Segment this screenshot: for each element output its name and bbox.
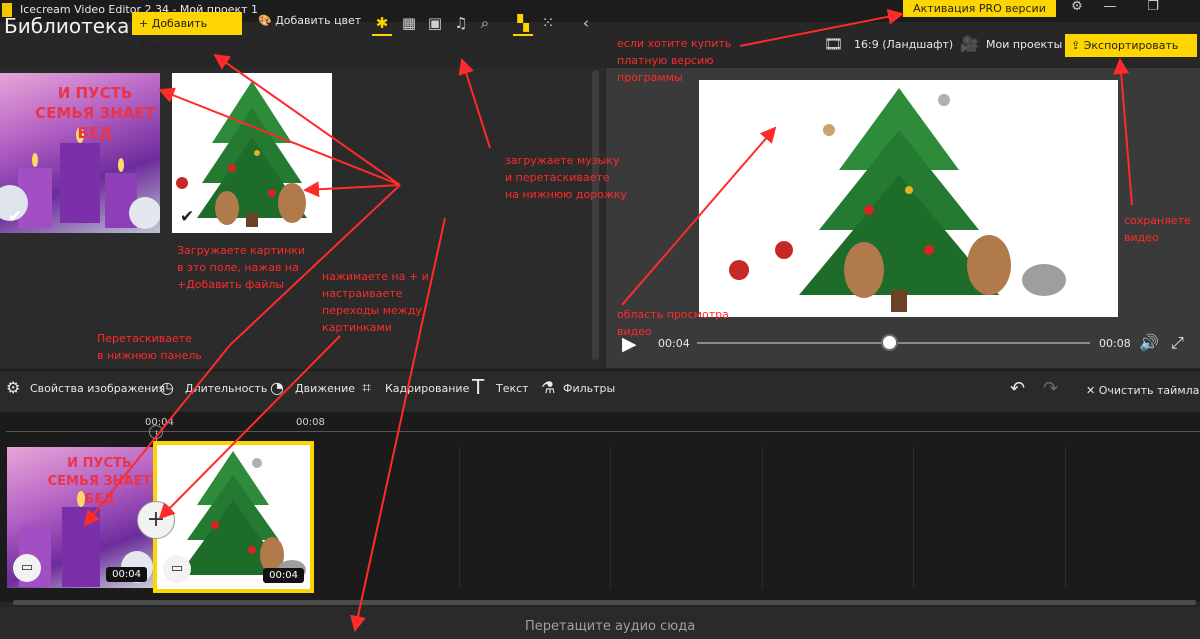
annotation-transitions: нажимаете на + и настраиваете переходы меж… bbox=[322, 270, 429, 334]
annotation-music: загружаете музыку и перетаскиваете на нижн… bbox=[505, 154, 627, 201]
timeline-grid-line bbox=[459, 447, 460, 588]
motion-icon[interactable]: ◔ bbox=[270, 378, 284, 397]
timeline-scrollbar[interactable] bbox=[13, 600, 1196, 605]
close-icon: ✕ bbox=[1086, 384, 1099, 397]
grid-large-icon[interactable]: ▚ bbox=[513, 12, 533, 34]
image-properties-button[interactable]: Свойства изображения bbox=[30, 382, 165, 395]
film-icon[interactable]: ▦ bbox=[399, 12, 419, 34]
clip-duration: 00:04 bbox=[263, 568, 304, 583]
add-transition-button[interactable]: + bbox=[137, 501, 175, 539]
palette-icon: 🎨 bbox=[258, 14, 276, 27]
candles-overlay-text: И ПУСТЬ СЕМЬЯ ЗНАЕТ БЕД bbox=[35, 84, 155, 142]
clear-timeline-label: Очистить таймлайн bbox=[1098, 384, 1200, 397]
library-item-candles[interactable]: И ПУСТЬ СЕМЬЯ ЗНАЕТ БЕД ✔ bbox=[0, 73, 160, 233]
clock-icon[interactable]: ◷ bbox=[160, 378, 174, 397]
camera-icon: 🎥 bbox=[960, 35, 979, 53]
minimize-icon[interactable]: — bbox=[1102, 0, 1118, 16]
gear-icon[interactable]: ⚙ bbox=[1068, 0, 1086, 16]
film-icon[interactable]: ▭ bbox=[163, 555, 191, 583]
timeline-clip-candles[interactable]: И ПУСТЬ СЕМЬЯ ЗНАЕТ БЕД ▭ 00:04 bbox=[7, 447, 153, 588]
chevron-left-icon[interactable]: ‹ bbox=[576, 12, 596, 34]
fullscreen-icon[interactable]: ⤢ bbox=[1171, 333, 1184, 353]
active-filter-underline bbox=[372, 34, 392, 36]
aspect-ratio-selector[interactable]: 16:9 (Ландшафт) bbox=[854, 38, 953, 51]
active-view-underline bbox=[513, 34, 533, 36]
motion-button[interactable]: Движение bbox=[295, 382, 355, 395]
total-time: 00:08 bbox=[1099, 337, 1131, 350]
upload-icon: ⇪ bbox=[1071, 39, 1084, 52]
pro-activation-button[interactable]: Активация PRO версии bbox=[903, 0, 1056, 17]
text-icon[interactable]: T bbox=[472, 375, 484, 399]
annotation-preview: область просмотра видео bbox=[617, 308, 729, 338]
library-title: Библиотека bbox=[4, 14, 130, 38]
timeline-grid-line bbox=[610, 447, 611, 588]
plus-icon: + bbox=[139, 17, 152, 30]
add-color-label: Добавить цвет bbox=[275, 14, 362, 27]
grid-small-icon[interactable]: ⁙ bbox=[538, 12, 558, 34]
my-projects-button[interactable]: Мои проекты bbox=[986, 38, 1062, 51]
preview-video-frame[interactable] bbox=[699, 80, 1118, 317]
check-icon: ✔ bbox=[8, 207, 23, 227]
annotation-buy-pro: если хотите купить платную версию программ… bbox=[617, 37, 732, 84]
time-ruler bbox=[6, 431, 1200, 432]
library-item-christmas-tree[interactable]: ✔ bbox=[172, 73, 332, 233]
preview-tree-picture bbox=[729, 88, 1066, 312]
timeline-grid-line bbox=[762, 447, 763, 588]
duration-button[interactable]: Длительность bbox=[185, 382, 267, 395]
timeline-clip-christmas-tree[interactable]: ▭ 00:04 bbox=[153, 441, 314, 593]
filters-button[interactable]: Фильтры bbox=[563, 382, 615, 395]
restore-icon[interactable]: ❐ bbox=[1145, 0, 1161, 16]
crop-icon[interactable]: ⌗ bbox=[362, 378, 371, 398]
clear-timeline-button[interactable]: ✕ Очистить таймлайн bbox=[1086, 384, 1200, 397]
seek-handle[interactable] bbox=[881, 334, 899, 351]
filter-icon[interactable]: ⚗ bbox=[541, 378, 555, 397]
clip-duration: 00:04 bbox=[106, 567, 147, 582]
annotation-drag: Перетаскиваете в нижнюю панель bbox=[97, 332, 202, 362]
annotation-export: сохраняете видео bbox=[1124, 214, 1191, 244]
audio-drop-label: Перетащите аудио сюда bbox=[525, 619, 696, 634]
redo-icon: ↷ bbox=[1043, 378, 1059, 399]
christmas-tree-picture bbox=[176, 81, 307, 227]
export-video-button[interactable]: ⇪ Экспортировать видео bbox=[1065, 34, 1197, 75]
playhead-knob[interactable] bbox=[149, 425, 163, 439]
gear-icon[interactable]: ⚙ bbox=[6, 378, 20, 397]
volume-icon[interactable]: 🔊 bbox=[1139, 333, 1159, 352]
undo-icon[interactable]: ↶ bbox=[1010, 378, 1025, 399]
timeline-grid-line bbox=[1065, 447, 1066, 588]
search-icon[interactable]: ⌕ bbox=[475, 12, 495, 34]
star-icon[interactable]: ✱ bbox=[372, 12, 392, 34]
library-scrollbar[interactable] bbox=[592, 70, 599, 360]
add-files-button[interactable]: + Добавить файлы bbox=[132, 12, 242, 53]
music-icon[interactable]: ♫ bbox=[451, 12, 471, 34]
add-color-button[interactable]: 🎨 Добавить цвет bbox=[258, 14, 361, 27]
ruler-label: 00:08 bbox=[296, 417, 325, 428]
film-icon[interactable]: ▭ bbox=[13, 554, 41, 582]
aspect-ratio-icon: 🎞 bbox=[824, 35, 844, 53]
annotation-pictures: Загружаете картинки в это поле, нажав на +… bbox=[177, 244, 306, 291]
text-button[interactable]: Текст bbox=[496, 382, 529, 395]
image-icon[interactable]: ▣ bbox=[425, 12, 445, 34]
crop-button[interactable]: Кадрирование bbox=[385, 382, 469, 395]
timeline-grid-line bbox=[913, 447, 914, 588]
check-icon: ✔ bbox=[180, 207, 195, 227]
clip-candles-overlay-text: И ПУСТЬ СЕМЬЯ ЗНАЕТ БЕД bbox=[47, 456, 152, 507]
